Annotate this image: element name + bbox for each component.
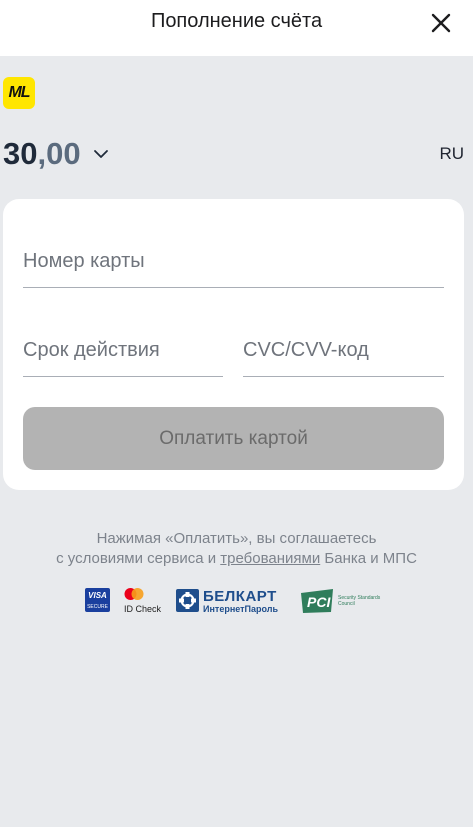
terms-notice: Нажимая «Оплатить», вы соглашаетесь с ус… xyxy=(0,529,473,569)
card-number-field xyxy=(23,229,444,288)
requirements-link[interactable]: требованиями xyxy=(220,550,320,567)
brand-logo: ML xyxy=(3,77,35,109)
visa-secure-text: SECURE xyxy=(87,604,108,610)
pay-by-card-button[interactable]: Оплатить картой xyxy=(23,407,444,470)
belkart-icon xyxy=(176,589,199,612)
expiry-input[interactable] xyxy=(23,339,223,362)
pci-logo-mark: PCI xyxy=(301,589,333,613)
close-icon[interactable] xyxy=(427,9,455,37)
page-title: Пополнение счёта xyxy=(150,10,323,32)
language-switch[interactable]: RU xyxy=(439,144,464,164)
mastercard-id-check-logo: ID Check xyxy=(124,587,164,615)
amount-fraction: ,00 xyxy=(37,136,81,171)
chevron-down-icon xyxy=(93,150,108,158)
cvc-input[interactable] xyxy=(243,339,444,362)
expiry-field xyxy=(23,318,223,377)
terms-line-2-prefix: с условиями сервиса и xyxy=(56,550,221,567)
top-bar: Пополнение счёта xyxy=(0,0,473,56)
belkart-logo: БЕЛКАРТ ИнтернетПароль xyxy=(176,588,288,614)
card-number-input[interactable] xyxy=(23,250,444,273)
pci-council-text: Security Standards Council xyxy=(338,595,381,607)
belkart-title: БЕЛКАРТ xyxy=(203,588,277,605)
terms-line-2-suffix: Банка и МПС xyxy=(320,550,417,567)
security-badges: VISA SECURE ID Check БЕЛКАРТ ИнтернетПар… xyxy=(0,585,473,617)
terms-line-2: с условиями сервиса и требованиями Банка… xyxy=(0,549,473,569)
id-check-text: ID Check xyxy=(124,604,162,614)
pci-logo-text: PCI xyxy=(307,594,331,610)
amount-selector[interactable]: 30,00 xyxy=(3,134,109,174)
amount-integer: 30 xyxy=(3,136,38,171)
terms-line-1: Нажимая «Оплатить», вы соглашаетесь xyxy=(96,530,377,547)
payment-card-form: Оплатить картой xyxy=(3,199,464,490)
brand-logo-text: ML xyxy=(8,84,30,101)
mastercard-icon xyxy=(124,588,144,600)
belkart-subtitle: ИнтернетПароль xyxy=(203,604,279,614)
visa-logo-text: VISA xyxy=(88,591,107,600)
pci-logo: PCI Security Standards Council xyxy=(299,588,384,614)
visa-secure-logo: VISA SECURE xyxy=(85,588,110,612)
cvc-field xyxy=(243,318,444,377)
